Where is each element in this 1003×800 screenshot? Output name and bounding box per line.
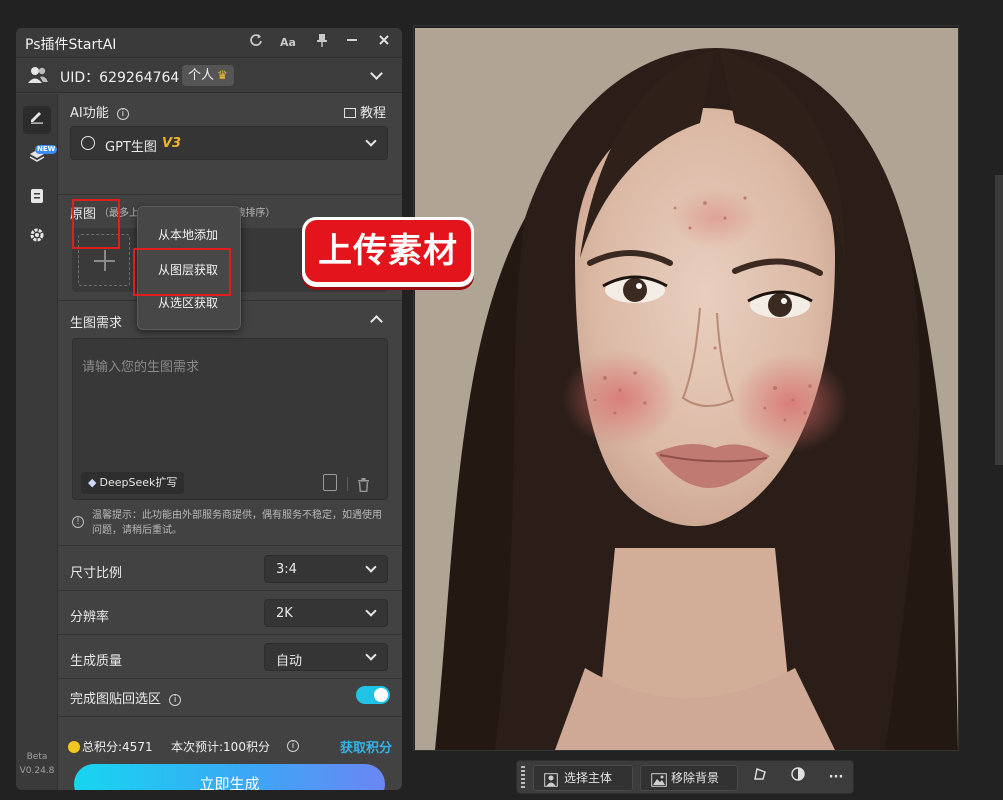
- resolution-value: 2K: [276, 606, 293, 621]
- paste-back-toggle[interactable]: [356, 686, 390, 704]
- drag-handle-icon[interactable]: [521, 766, 525, 790]
- coin-icon: [68, 741, 80, 753]
- get-points-link[interactable]: 获取积分: [340, 737, 392, 756]
- app-title: Ps插件StartAI: [25, 37, 117, 53]
- deepseek-label: DeepSeek扩写: [99, 476, 178, 489]
- select-subject-button[interactable]: 选择主体: [533, 765, 633, 791]
- remove-background-button[interactable]: 移除背景: [640, 765, 738, 791]
- aspect-ratio-select[interactable]: 3:4: [264, 555, 388, 583]
- divider: [58, 194, 402, 195]
- generate-button[interactable]: 立即生成: [74, 764, 385, 790]
- user-uid: UID：629264764: [60, 70, 180, 86]
- menu-item-selection[interactable]: 从选区获取: [158, 294, 218, 311]
- menu-item-local[interactable]: 从本地添加: [158, 226, 218, 243]
- more-icon[interactable]: ···: [823, 765, 849, 791]
- toggle-knob: [374, 688, 388, 702]
- book-icon: [344, 108, 356, 118]
- divider: [58, 716, 402, 717]
- resolution-label: 分辨率: [70, 610, 110, 625]
- divider: [58, 678, 402, 679]
- pin-icon[interactable]: [312, 33, 332, 53]
- info-icon: i: [116, 108, 129, 120]
- image-icon: [651, 771, 667, 795]
- crown-icon: ♛: [217, 68, 228, 82]
- document-icon[interactable]: [23, 186, 51, 214]
- ai-function-label: AI功能 i: [70, 102, 129, 121]
- model-name: GPT生图: [105, 140, 157, 155]
- plan-label: 个人: [188, 68, 215, 83]
- info-icon: !: [72, 516, 84, 528]
- model-icon: [81, 136, 95, 150]
- quality-select[interactable]: 自动: [264, 643, 388, 671]
- close-icon[interactable]: [374, 33, 394, 53]
- new-tag: NEW: [35, 145, 58, 154]
- divider: [58, 590, 402, 591]
- transform-icon[interactable]: [747, 765, 773, 791]
- version-number: V0.24.8: [19, 766, 55, 776]
- model-version: V3: [162, 136, 182, 151]
- side-nav: NEW Beta V0.24.8: [16, 94, 58, 790]
- highlight-box: [133, 248, 231, 296]
- divider: [58, 634, 402, 635]
- minimize-icon[interactable]: [342, 33, 362, 53]
- pen-icon[interactable]: [23, 106, 51, 134]
- user-bar[interactable]: UID：629264764 个人 ♛: [16, 59, 402, 93]
- title-bar: Ps插件StartAI Aa: [16, 28, 402, 58]
- canvas-toolbar: 选择主体 移除背景 ···: [516, 760, 854, 794]
- info-icon: i: [287, 740, 299, 752]
- users-icon: [27, 66, 49, 88]
- aspect-ratio-value: 3:4: [276, 562, 297, 577]
- quality-label: 生成质量: [70, 654, 123, 669]
- chevron-down-icon: [365, 135, 377, 147]
- portrait-image: [415, 28, 958, 750]
- remove-background-label: 移除背景: [671, 771, 720, 785]
- plan-badge: 个人 ♛: [182, 65, 234, 86]
- deepseek-icon: ◆: [88, 476, 97, 489]
- version-beta: Beta: [26, 752, 48, 762]
- quality-value: 自动: [276, 654, 303, 669]
- paste-icon[interactable]: [323, 474, 337, 491]
- prompt-textarea[interactable]: 请输入您的生图需求 ◆ DeepSeek扩写: [72, 338, 388, 500]
- tutorial-link[interactable]: 教程: [344, 102, 386, 121]
- deepseek-expand-button[interactable]: ◆ DeepSeek扩写: [81, 472, 185, 494]
- gear-icon[interactable]: [23, 225, 51, 253]
- annotation-text: 上传素材: [305, 220, 471, 282]
- canvas-photo[interactable]: [415, 28, 958, 750]
- font-size-icon[interactable]: Aa: [278, 33, 298, 53]
- contrast-icon[interactable]: [785, 765, 811, 791]
- aspect-ratio-label: 尺寸比例: [70, 566, 123, 581]
- info-icon: i: [169, 694, 182, 706]
- paste-back-label: 完成图贴回选区 i: [70, 688, 182, 707]
- prompt-placeholder: 请输入您的生图需求: [82, 360, 200, 375]
- divider: [347, 477, 348, 491]
- refresh-icon[interactable]: [246, 33, 266, 53]
- select-subject-label: 选择主体: [564, 771, 613, 785]
- prompt-label: 生图需求: [70, 316, 123, 331]
- chevron-down-icon: [365, 649, 377, 661]
- chevron-up-icon[interactable]: [370, 315, 383, 328]
- resolution-select[interactable]: 2K: [264, 599, 388, 627]
- person-icon: [544, 771, 558, 795]
- model-select[interactable]: GPT生图 V3: [70, 126, 388, 160]
- annotation-banner: 上传素材: [302, 217, 474, 287]
- points-estimate: 本次预计:100积分: [171, 740, 270, 754]
- service-notice: 温馨提示：此功能由外部服务商提供，偶有服务不稳定，如遇使用问题，请稍后重试。: [92, 510, 382, 536]
- trash-icon[interactable]: [357, 477, 370, 496]
- divider: [58, 545, 402, 546]
- highlight-box: [72, 199, 120, 249]
- chevron-down-icon[interactable]: [370, 67, 383, 80]
- points-total: 总积分:4571: [82, 740, 153, 754]
- chevron-down-icon: [365, 605, 377, 617]
- plugin-panel: Ps插件StartAI Aa UID：629264764 个人 ♛ NEW Be…: [16, 28, 402, 790]
- chevron-down-icon: [365, 561, 377, 573]
- right-panel-edge: [995, 175, 1003, 465]
